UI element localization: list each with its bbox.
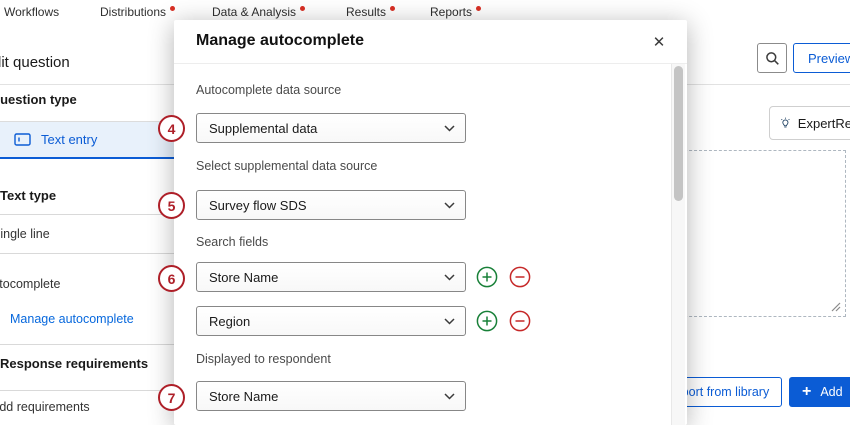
divider: [0, 253, 174, 254]
sds-source-select[interactable]: Survey flow SDS: [196, 190, 466, 220]
nav-tab-label: Data & Analysis: [212, 5, 296, 19]
lightbulb-icon: [780, 114, 791, 132]
notification-dot-icon: [390, 6, 395, 11]
select-value: Store Name: [209, 270, 278, 285]
add-search-field-button[interactable]: [476, 266, 498, 288]
remove-search-field-button[interactable]: [509, 266, 531, 288]
page-title: Edit question: [0, 54, 70, 71]
plus-circle-icon: [476, 266, 498, 288]
minus-circle-icon: [509, 266, 531, 288]
preview-button-label: Preview: [808, 51, 850, 66]
preview-button[interactable]: Preview: [793, 43, 850, 73]
search-button[interactable]: [757, 43, 787, 73]
close-icon[interactable]: ✕: [647, 30, 671, 54]
nav-tab-label: Reports: [430, 5, 472, 19]
nav-tab-label: Results: [346, 5, 386, 19]
minus-circle-icon: [509, 310, 531, 332]
nav-tab-data-analysis[interactable]: Data & Analysis: [212, 5, 305, 19]
nav-tab-results[interactable]: Results: [346, 5, 395, 19]
select-value: Survey flow SDS: [209, 198, 307, 213]
manage-autocomplete-modal: Manage autocomplete ✕ Autocomplete data …: [174, 20, 687, 425]
search-icon: [765, 51, 780, 66]
expert-review-label: ExpertReview: [798, 116, 850, 131]
modal-scrollbar-track[interactable]: [671, 64, 685, 425]
add-requirements-item[interactable]: Add requirements: [0, 400, 90, 414]
select-value: Store Name: [209, 389, 278, 404]
divider: [0, 344, 174, 345]
displayed-to-respondent-label: Displayed to respondent: [196, 352, 331, 366]
add-search-field-button[interactable]: [476, 310, 498, 332]
modal-header: Manage autocomplete ✕: [174, 20, 687, 64]
expert-review-chip[interactable]: ExpertReview: [769, 106, 850, 140]
search-field-select-1[interactable]: Store Name: [196, 262, 466, 292]
annotation-callout-7: 7: [158, 384, 185, 411]
response-requirements-heading: Response requirements: [0, 356, 148, 371]
divider: [0, 214, 174, 215]
chevron-down-icon: [444, 125, 455, 132]
autocomplete-source-select[interactable]: Supplemental data: [196, 113, 466, 143]
text-type-option-autocomplete[interactable]: Autocomplete: [0, 277, 60, 291]
sds-source-label: Select supplemental data source: [196, 159, 377, 173]
text-entry-icon: [14, 132, 31, 147]
chevron-down-icon: [444, 393, 455, 400]
add-question-button[interactable]: + Add: [789, 377, 850, 407]
resize-handle-icon[interactable]: [830, 301, 841, 312]
modal-title: Manage autocomplete: [196, 32, 364, 50]
search-field-select-2[interactable]: Region: [196, 306, 466, 336]
manage-autocomplete-link[interactable]: Manage autocomplete: [10, 312, 134, 326]
select-value: Supplemental data: [209, 121, 317, 136]
question-type-heading: Question type: [0, 92, 77, 107]
chevron-down-icon: [444, 202, 455, 209]
modal-scrollbar-thumb[interactable]: [674, 66, 683, 201]
annotation-callout-4: 4: [158, 115, 185, 142]
notification-dot-icon: [476, 6, 481, 11]
annotation-callout-6: 6: [158, 265, 185, 292]
app-page: Workflows Distributions Data & Analysis …: [0, 0, 850, 425]
question-type-selector[interactable]: Text entry: [0, 121, 174, 159]
divider: [0, 390, 174, 391]
autocomplete-source-label: Autocomplete data source: [196, 83, 341, 97]
question-type-value: Text entry: [41, 132, 97, 147]
question-edit-sidebar: Edit question Question type Text entry T…: [0, 0, 174, 425]
chevron-down-icon: [444, 274, 455, 281]
chevron-down-icon: [444, 318, 455, 325]
notification-dot-icon: [300, 6, 305, 11]
plus-icon: +: [802, 384, 811, 400]
remove-search-field-button[interactable]: [509, 310, 531, 332]
text-type-heading: Text type: [0, 188, 56, 203]
search-fields-label: Search fields: [196, 235, 268, 249]
displayed-to-respondent-select[interactable]: Store Name: [196, 381, 466, 411]
text-type-option-single-line[interactable]: Single line: [0, 227, 50, 241]
add-button-label: Add: [820, 385, 842, 399]
plus-circle-icon: [476, 310, 498, 332]
select-value: Region: [209, 314, 250, 329]
annotation-callout-5: 5: [158, 192, 185, 219]
nav-tab-reports[interactable]: Reports: [430, 5, 481, 19]
